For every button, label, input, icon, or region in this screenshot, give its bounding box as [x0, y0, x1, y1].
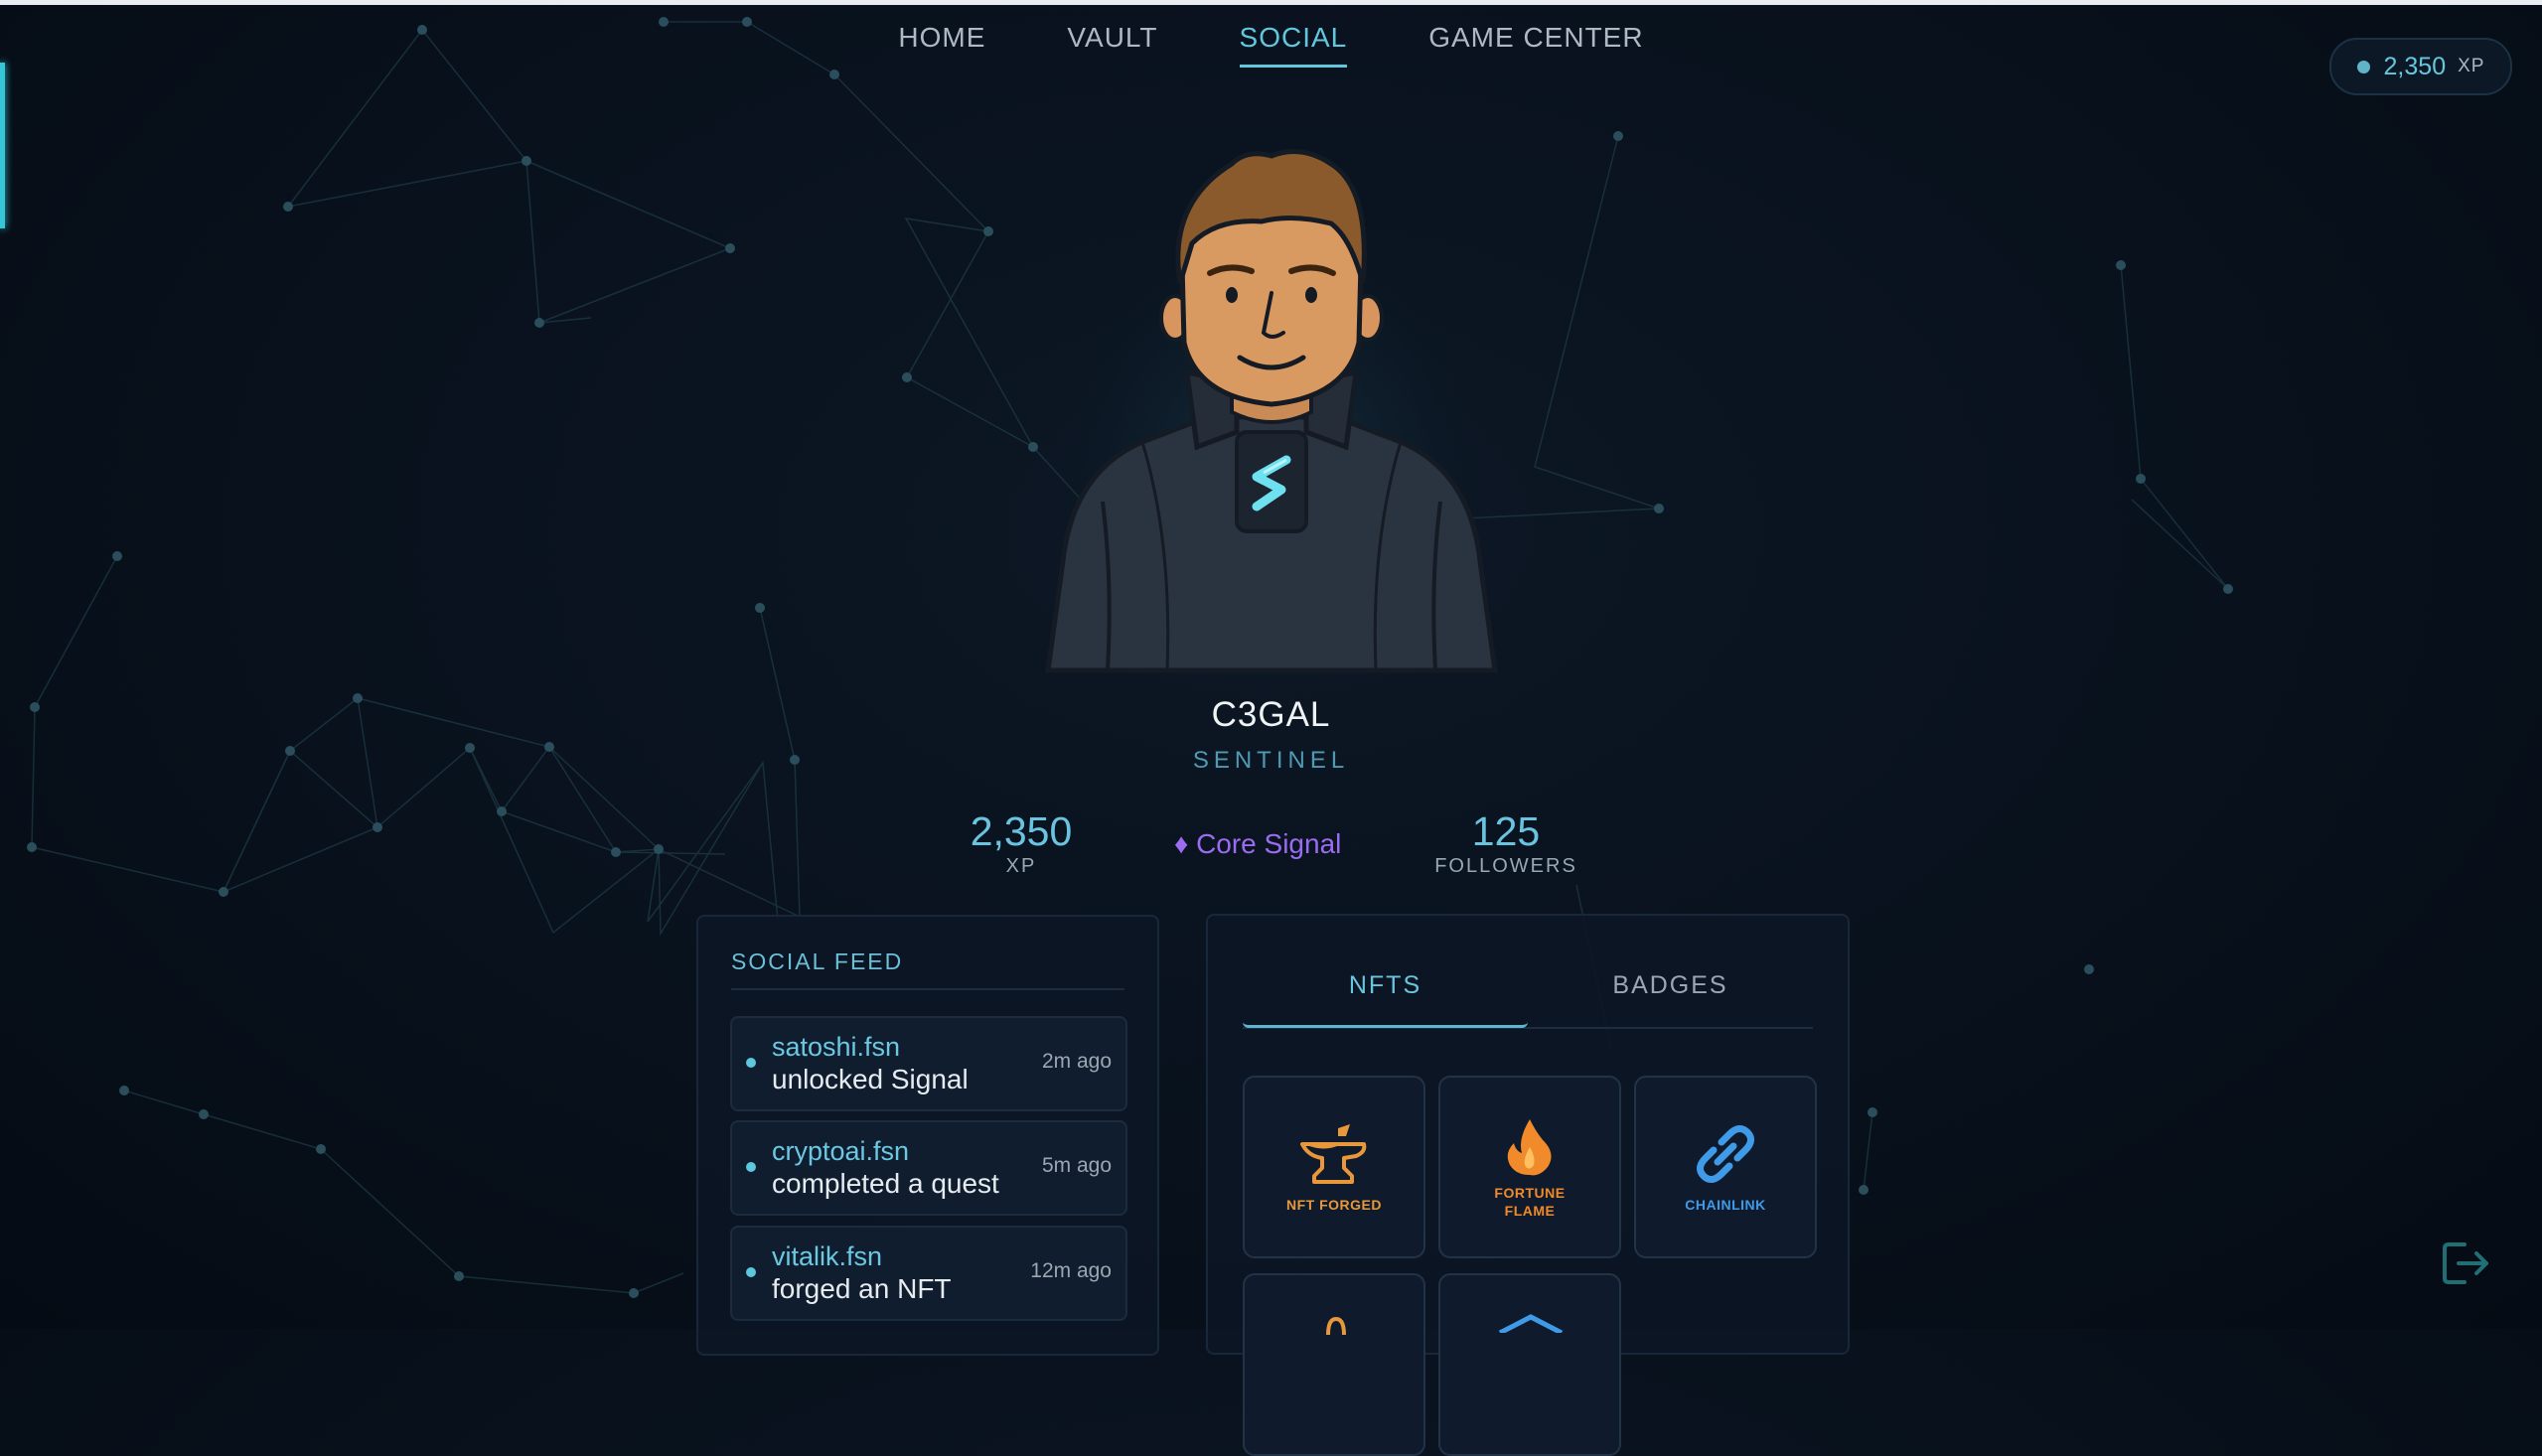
nft-card-label-line2: FLAME — [1504, 1203, 1556, 1219]
nft-card-nft-forged[interactable]: NFT FORGED — [1243, 1076, 1425, 1258]
anvil-icon — [1300, 1124, 1367, 1184]
stat-followers-value: 125 — [1471, 808, 1541, 854]
tab-badges[interactable]: BADGES — [1528, 965, 1813, 1025]
feed-item[interactable]: vitalik.fsn forged an NFT 12m ago — [730, 1226, 1127, 1321]
nav-game-center[interactable]: GAME CENTER — [1428, 22, 1643, 68]
social-feed-panel: SOCIAL FEED satoshi.fsn unlocked Signal … — [696, 915, 1159, 1356]
stat-followers-label: FOLLOWERS — [1434, 855, 1577, 877]
stat-followers[interactable]: 125 FOLLOWERS — [1425, 807, 1586, 878]
feed-user[interactable]: vitalik.fsn — [772, 1241, 882, 1272]
nft-card-label: NFT FORGED — [1286, 1197, 1382, 1213]
feed-time: 12m ago — [1030, 1259, 1112, 1282]
feed-dot-icon — [746, 1267, 756, 1277]
profile-name: C3GAL — [1211, 695, 1331, 734]
item-icon — [1326, 1316, 1346, 1335]
divider — [731, 988, 1124, 990]
stat-xp-value: 2,350 — [970, 808, 1073, 854]
xp-balance-pill[interactable]: 2,350 XP — [2329, 38, 2512, 95]
xp-dot-icon — [2356, 60, 2370, 73]
social-feed-title: SOCIAL FEED — [731, 948, 904, 974]
nft-card-label-line1: FORTUNE — [1494, 1185, 1566, 1201]
nav-social[interactable]: SOCIAL — [1239, 22, 1348, 68]
stat-xp: 2,350 XP — [952, 807, 1091, 878]
xp-balance-unit: XP — [2458, 56, 2485, 76]
feed-action: forged an NFT — [772, 1273, 952, 1304]
nft-card-fortune-flame[interactable]: FORTUNE FLAME — [1438, 1076, 1621, 1258]
feed-user[interactable]: satoshi.fsn — [772, 1032, 900, 1063]
logout-icon[interactable] — [2443, 1240, 2492, 1286]
side-accent-bar — [0, 63, 5, 228]
chain-link-icon — [1697, 1125, 1754, 1183]
feed-time: 2m ago — [1041, 1050, 1112, 1073]
stat-xp-label: XP — [1005, 855, 1037, 877]
tab-nfts[interactable]: NFTS — [1243, 965, 1528, 1028]
main-nav: HOME VAULT SOCIAL GAME CENTER — [0, 22, 2542, 68]
feed-item[interactable]: cryptoai.fsn completed a quest 5m ago — [730, 1120, 1127, 1216]
nav-vault[interactable]: VAULT — [1067, 22, 1157, 68]
flame-icon — [1507, 1119, 1552, 1176]
diamond-icon — [1498, 1314, 1564, 1333]
feed-action: unlocked Signal — [772, 1064, 969, 1094]
collection-panel: NFTS BADGES NFT FORGED FORTUNE FLAME CHA… — [1206, 914, 1850, 1456]
feed-dot-icon — [746, 1162, 756, 1172]
nft-card-partial[interactable] — [1243, 1273, 1425, 1456]
feed-action: completed a quest — [772, 1168, 999, 1199]
xp-balance-value: 2,350 — [2383, 52, 2447, 80]
profile-role: SENTINEL — [1192, 747, 1350, 774]
nft-card-partial[interactable] — [1438, 1273, 1621, 1456]
feed-time: 5m ago — [1041, 1154, 1112, 1177]
feed-user[interactable]: cryptoai.fsn — [772, 1136, 909, 1167]
nav-home[interactable]: HOME — [898, 22, 985, 68]
nft-card-label: CHAINLINK — [1685, 1197, 1766, 1213]
profile-avatar[interactable] — [1033, 144, 1510, 680]
collection-tabs: NFTS BADGES — [1243, 965, 1813, 1029]
feed-dot-icon — [746, 1058, 756, 1068]
core-signal-badge[interactable]: ♦ Core Signal — [1174, 828, 1341, 860]
nft-card-chainlink[interactable]: CHAINLINK — [1634, 1076, 1817, 1258]
feed-item[interactable]: satoshi.fsn unlocked Signal 2m ago — [730, 1016, 1127, 1111]
